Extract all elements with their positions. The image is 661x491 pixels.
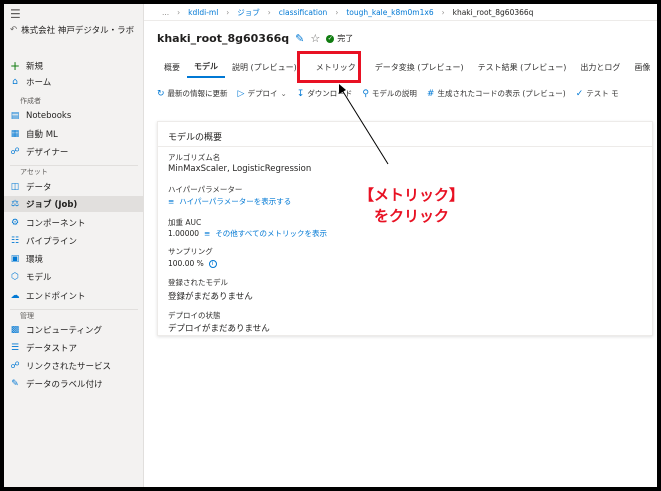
app-window: ☰ ↶ 株式会社 神戸デジタル・ラボ + 新規 ⌂ ホーム 作成者 ▤ Note… xyxy=(4,4,657,487)
annotation-callout: 【メトリック】 をクリック xyxy=(359,185,464,227)
annotation-line-2: をクリック xyxy=(374,207,450,225)
annotation-arrow xyxy=(339,84,389,165)
annotation-line-1: 【メトリック】 xyxy=(359,186,465,204)
